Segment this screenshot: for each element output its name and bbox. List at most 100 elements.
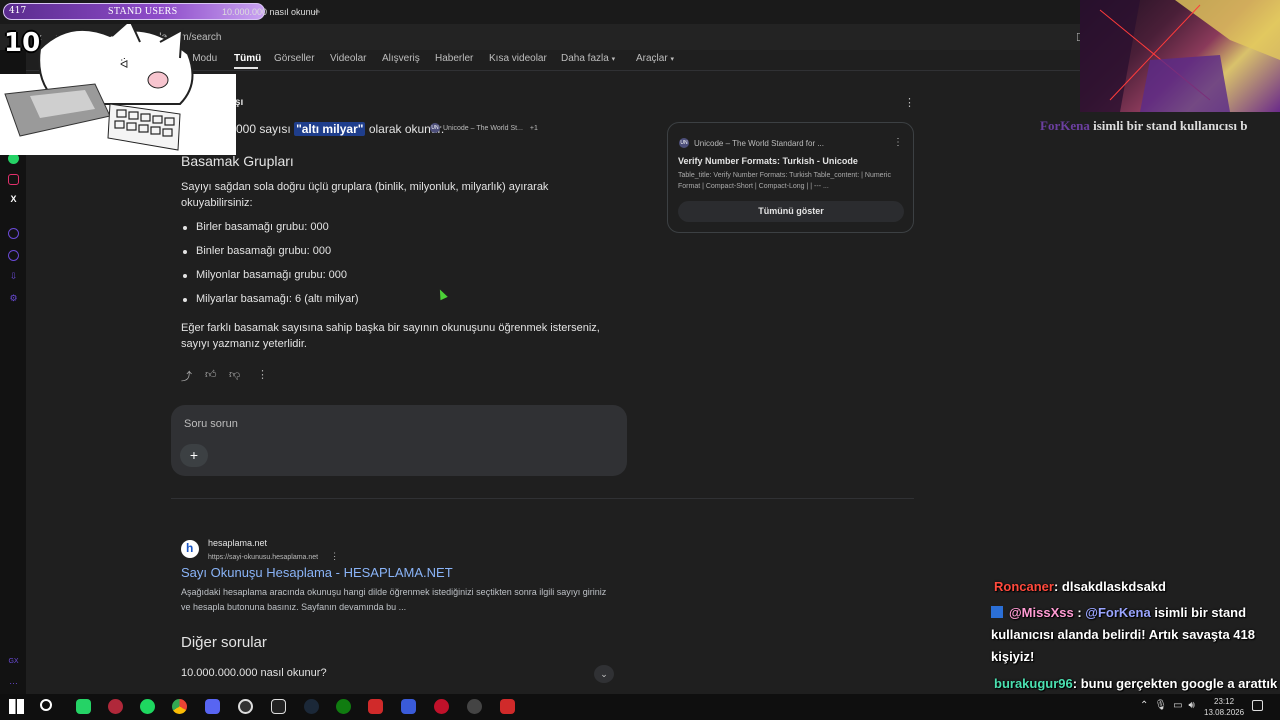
more-options-icon[interactable]: ⋮ [257,368,268,381]
unicode-badge-icon: UN [679,138,689,148]
chrome-icon[interactable] [172,699,187,714]
chevron-down-icon[interactable]: ⌄ [594,665,614,683]
source-chip-text: Unicode – The World St... [443,124,523,132]
spotify-icon[interactable] [140,699,155,714]
ai-answer: 0.000 sayısı "altı milyar" olarak okunur… [226,122,444,136]
answer-highlight: "altı milyar" [294,122,366,136]
share-icon[interactable]: ⤴ [181,368,192,384]
source-card[interactable]: UN Unicode – The World Standard for ... … [667,122,914,233]
thumbs-up-icon[interactable]: 👍︎ [205,368,217,381]
tray-chevron-icon[interactable]: ⌃ [1140,700,1154,711]
discord-icon[interactable] [205,699,220,714]
history-icon[interactable] [8,250,19,261]
source-menu-icon[interactable]: ⋮ [893,137,903,148]
system-tray: ⌃🎙︎▭🔊︎ [1140,700,1201,711]
red-app-icon[interactable] [434,699,449,714]
chevron-down-icon: ▾ [670,56,674,63]
chat-text: : dlsakdlaskdsakd [1053,579,1166,594]
section-divider [171,498,914,499]
site-favicon [181,540,199,558]
tab-videos[interactable]: Videolar [330,53,367,64]
question-item[interactable]: 10.000.000.000 nasıl okunur? [181,667,327,679]
more-icon[interactable]: … [8,676,19,687]
chevron-down-icon: ▾ [611,56,616,63]
intro-paragraph: Sayıyı sağdan sola doğru üçlü gruplara (… [181,181,549,209]
clock[interactable]: 23:12 13.08.2026 [1204,696,1244,718]
gx-app-icon[interactable] [500,699,515,714]
tab-all[interactable]: Tümü [234,53,261,64]
instagram-icon[interactable] [8,174,19,185]
source-title[interactable]: Verify Number Formats: Turkish - Unicode [678,156,858,166]
tab-tools[interactable]: Araçlar ▾ [636,53,674,64]
steam-icon[interactable] [304,699,319,714]
clock-time: 23:12 [1214,697,1235,706]
blue-app-icon[interactable] [401,699,416,714]
game-app-icon[interactable] [368,699,383,714]
new-tab-button[interactable]: + [313,4,321,19]
gx-icon[interactable]: GX [8,656,19,667]
tab-short-videos[interactable]: Kısa videolar [489,53,547,64]
mod-badge-icon [991,606,1003,618]
tab-news[interactable]: Haberler [435,53,473,64]
tab-more[interactable]: Daha fazla ▾ [561,53,615,64]
result-site-name: hesaplama.net [208,538,268,548]
anime-art [1080,0,1280,112]
mic-icon[interactable]: 🎙︎ [1154,700,1173,711]
notification-icon[interactable] [1252,700,1263,711]
taskbar [0,694,1280,720]
outro-paragraph: Eğer farklı basamak sayısına sahip başka… [181,322,600,350]
unicode-badge-icon: UN [430,123,440,133]
stand-title: STAND USERS [108,6,178,17]
chat-mention: @ForKena [1085,605,1151,620]
ai-overview-menu-icon[interactable]: ⋮ [904,96,915,109]
result-menu-icon[interactable]: ⋮ [330,551,339,561]
source-chip-extra: +1 [529,124,538,132]
opera-gx-icon[interactable] [108,699,123,714]
stand-banner-message: ForKena isimli bir stand kullanıcısı b [1040,118,1247,134]
result-title-link[interactable]: Sayı Okunuşu Hesaplama - HESAPLAMA.NET [181,565,453,580]
tab-images[interactable]: Görseller [274,53,315,64]
epic-games-icon[interactable] [271,699,286,714]
active-tab-indicator [234,67,258,69]
volume-icon[interactable]: 🔊︎ [1189,700,1201,711]
section-heading: Basamak Grupları [181,153,294,169]
svg-text:ᐛ: ᐛ [120,58,128,71]
chat-username: burakugur96 [994,676,1073,691]
result-snippet: Aşağıdaki hesaplama aracında okunuşu han… [181,587,607,612]
list-item: Milyonlar basamağı grubu: 000 [181,269,359,293]
list-item: Binler basamağı grubu: 000 [181,245,359,269]
show-all-button[interactable]: Tümünü göster [678,201,904,222]
chat-message: @MissXss : @ForKena isimli bir stand kul… [991,605,1255,664]
group-list: Birler basamağı grubu: 000 Binler basama… [181,221,359,317]
active-tab[interactable]: 10.000.000 nasıl okunur [222,7,319,17]
source-chip[interactable]: UN Unicode – The World St... +1 [430,123,538,135]
obs-icon[interactable] [238,699,253,714]
banner-text: isimli bir stand kullanıcısı b [1093,118,1248,133]
download-icon[interactable]: ⇩ [8,271,19,282]
x-icon[interactable]: X [8,194,19,205]
chat-username: @MissXss [1009,605,1074,620]
clock-date: 13.08.2026 [1204,708,1245,717]
tab-more-label: Daha fazla [561,53,609,64]
xbox-icon[interactable] [336,699,351,714]
thumbs-down-icon[interactable]: 👎︎ [229,368,240,381]
player-icon[interactable] [8,228,19,239]
add-button[interactable]: + [180,444,208,467]
source-site: Unicode – The World Standard for ... [694,139,824,148]
streak-counter: 10 [4,28,41,58]
result-url: https://sayi-okunusu.hesaplama.net ⋮ [208,551,339,562]
search-icon[interactable] [40,699,52,711]
windows-start-icon[interactable] [9,699,24,714]
result-url-text: https://sayi-okunusu.hesaplama.net [208,554,319,561]
banner-name: ForKena [1040,118,1090,133]
stand-count: 417 [9,6,27,16]
settings-icon[interactable]: ⚙ [8,293,19,304]
chat-message: Roncaner: dlsakdlaskdsakd [991,576,1280,598]
network-icon[interactable]: ▭ [1173,700,1188,711]
tab-shopping[interactable]: Alışveriş [382,53,420,64]
ask-box[interactable]: Soru sorun + [171,405,627,476]
whatsapp-app-icon[interactable] [76,699,91,714]
chatgpt-icon[interactable] [467,699,482,714]
mouse-cursor [436,287,448,301]
ask-placeholder[interactable]: Soru sorun [184,418,238,430]
